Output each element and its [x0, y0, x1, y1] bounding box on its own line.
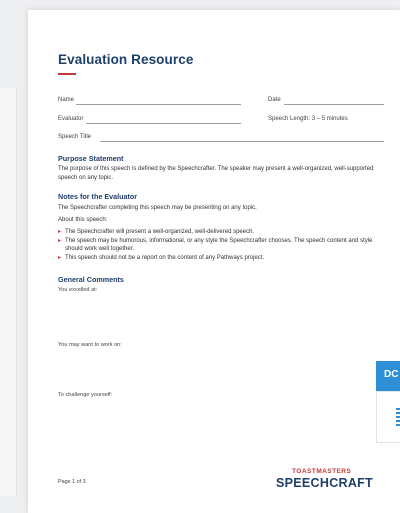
- document-title: Evaluation Resource: [58, 52, 194, 67]
- bullet-item: The speech may be humorous, informationa…: [58, 237, 388, 254]
- purpose-heading: Purpose Statement: [58, 154, 124, 163]
- work-on-prompt: You may want to work on:: [58, 342, 122, 348]
- title-underline: [58, 73, 76, 75]
- side-panel-edge: [0, 88, 17, 496]
- download-panel[interactable]: [376, 391, 400, 443]
- date-label: Date: [268, 97, 281, 103]
- date-field[interactable]: [284, 104, 384, 105]
- excelled-prompt: You excelled at:: [58, 287, 98, 293]
- brand-toastmasters: TOASTMASTERS: [292, 468, 352, 475]
- challenge-prompt: To challenge yourself:: [58, 392, 113, 398]
- evaluator-field[interactable]: [86, 123, 241, 124]
- name-field[interactable]: [76, 104, 241, 105]
- document-icon: [396, 408, 400, 428]
- speech-bullets: The Speechcrafter will present a well-or…: [58, 228, 388, 262]
- download-tab[interactable]: DC: [376, 361, 400, 391]
- notes-heading: Notes for the Evaluator: [58, 192, 138, 201]
- bullet-item: The Speechcrafter will present a well-or…: [58, 228, 388, 237]
- notes-text: The Speechcrafter completing this speech…: [58, 205, 257, 211]
- bullet-item: This speech should not be a report on th…: [58, 254, 388, 263]
- about-label: About this speech:: [58, 217, 108, 223]
- name-label: Name: [58, 97, 75, 103]
- purpose-text: The purpose of this speech is defined by…: [58, 166, 374, 181]
- speech-length-label: Speech Length: 3 – 5 minutes: [268, 116, 348, 122]
- speech-title-field[interactable]: [100, 141, 384, 142]
- comments-heading: General Comments: [58, 275, 124, 284]
- document-page: Evaluation Resource Name Date Evaluator …: [28, 10, 400, 513]
- speech-title-label: Speech Title: [58, 134, 92, 140]
- evaluator-label: Evaluator: [58, 116, 84, 122]
- page-number: Page 1 of 3: [58, 479, 86, 485]
- brand-speechcraft: SPEECHCRAFT: [276, 476, 374, 490]
